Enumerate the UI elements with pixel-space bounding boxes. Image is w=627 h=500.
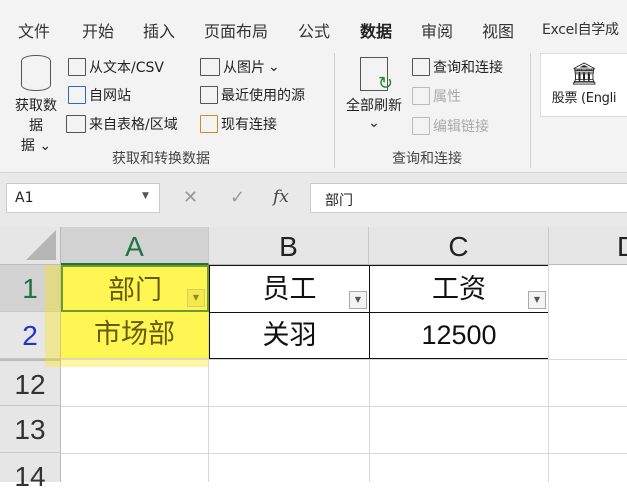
filter-dropdown-icon[interactable]: ▼ [528,291,546,309]
row-header-14[interactable]: 14 [0,453,61,492]
divider [530,53,531,168]
divider [334,53,335,168]
properties-button[interactable]: 属性 [412,86,461,106]
cell-text: 工资 [432,274,486,305]
column-header-d[interactable]: D [549,227,627,265]
formula-bar: A1 ▼ ✕ ✓ fx 部门 [0,173,627,227]
label: 现有连接 [221,117,277,133]
tab-review[interactable]: 审阅 [421,18,453,42]
cell-text: 部门 [108,275,162,306]
insert-function-icon[interactable]: fx [273,187,289,207]
label: 从图片 [223,60,265,76]
text-file-icon [68,58,86,76]
tab-view[interactable]: 视图 [482,18,514,42]
from-picture-button[interactable]: 从图片 ⌄ [200,57,280,77]
get-data-label2: 据 ⌄ [20,138,52,154]
gridline [369,359,370,482]
tab-data[interactable]: 数据 [360,18,393,50]
get-data-button[interactable]: 获取数据 据 ⌄ [10,55,62,155]
links-icon [412,117,430,135]
gridline [548,265,549,482]
label: 最近使用的源 [221,88,305,104]
column-header-b[interactable]: B [209,227,369,265]
enter-icon[interactable]: ✓ [230,187,245,208]
from-text-csv-button[interactable]: 从文本/CSV [68,57,164,77]
bank-icon: 🏛 [570,62,598,87]
from-table-button[interactable]: 来自表格/区域 [66,114,178,134]
existing-connections-button[interactable]: 现有连接 [200,114,277,134]
filter-dropdown-icon[interactable]: ▼ [349,291,367,309]
cell-c1[interactable]: 工资 ▼ [369,265,549,313]
queries-connections-button[interactable]: 查询和连接 [412,57,503,77]
group-label-queries: 查询和连接 [392,151,462,167]
label: 自网站 [89,88,131,104]
tab-home[interactable]: 开始 [82,18,114,42]
label: 全部刷新 [346,98,402,114]
refresh-all-button[interactable]: ↻ 全部刷新 ⌄ [342,57,406,131]
tab-file[interactable]: 文件 [18,18,50,42]
tab-insert[interactable]: 插入 [143,18,175,42]
column-header-a[interactable]: A [61,227,209,265]
gridline [61,453,627,454]
edit-links-button[interactable]: 编辑链接 [412,116,489,136]
label: 来自表格/区域 [89,117,178,133]
cancel-icon[interactable]: ✕ [183,187,198,208]
get-data-label: 获取数据 [15,98,57,134]
formula-input[interactable]: 部门 [310,183,627,213]
gridline [208,359,209,482]
recent-sources-button[interactable]: 最近使用的源 [200,85,305,105]
ribbon: 获取数据 据 ⌄ 从文本/CSV 自网站 来自表格/区域 从图片 ⌄ 最近使用的… [0,45,627,173]
cell-a2[interactable]: 市场部 [61,312,209,359]
cell-text: 员工 [262,274,317,305]
queries-icon [412,58,430,76]
cell-a1[interactable]: 部门 ▼ [61,265,209,312]
label: 属性 [433,89,461,105]
name-box-dropdown-icon[interactable]: ▼ [142,191,149,201]
label: 查询和连接 [433,60,503,76]
label: 从文本/CSV [89,60,164,76]
from-web-button[interactable]: 自网站 [68,85,131,105]
chevron-down-icon: ⌄ [368,115,380,131]
stocks-button[interactable]: 🏛 股票 (Engli [540,53,627,117]
refresh-icon: ↻ [360,57,393,94]
web-icon [68,86,86,104]
name-box[interactable]: A1 [6,183,160,213]
ribbon-tabs: 文件 开始 插入 页面布局 公式 数据 审阅 视图 Excel自学成 [0,0,627,50]
spreadsheet-grid: A B C D 1 2 12 13 14 部门▼ 员工▼ 工资▼ 市场部 关羽 … [0,227,627,492]
table-icon [66,115,86,133]
tab-page-layout[interactable]: 页面布局 [204,18,268,42]
gridline [61,359,627,360]
cell-b1[interactable]: 员工 ▼ [209,265,370,313]
cell-b2[interactable]: 关羽 [209,312,370,359]
picture-icon [200,58,220,76]
clock-file-icon [200,86,218,104]
connection-file-icon [200,115,218,133]
database-icon [21,55,51,91]
select-all-button[interactable] [0,227,61,265]
label: 编辑链接 [433,119,489,135]
properties-icon [412,87,430,105]
group-label-get-transform: 获取和转换数据 [112,151,210,167]
tab-formulas[interactable]: 公式 [298,18,330,42]
cell-c2[interactable]: 12500 [369,312,549,359]
row-header-2[interactable]: 2 [0,312,61,359]
row-header-12[interactable]: 12 [0,359,61,406]
row-header-1[interactable]: 1 [0,265,61,312]
tab-excel-learning[interactable]: Excel自学成 [542,19,619,39]
filter-active-icon[interactable]: ▼ [187,289,205,307]
row-header-13[interactable]: 13 [0,406,61,453]
gridline [61,406,627,407]
column-header-c[interactable]: C [369,227,549,265]
label: 股票 (Engli [551,91,617,106]
